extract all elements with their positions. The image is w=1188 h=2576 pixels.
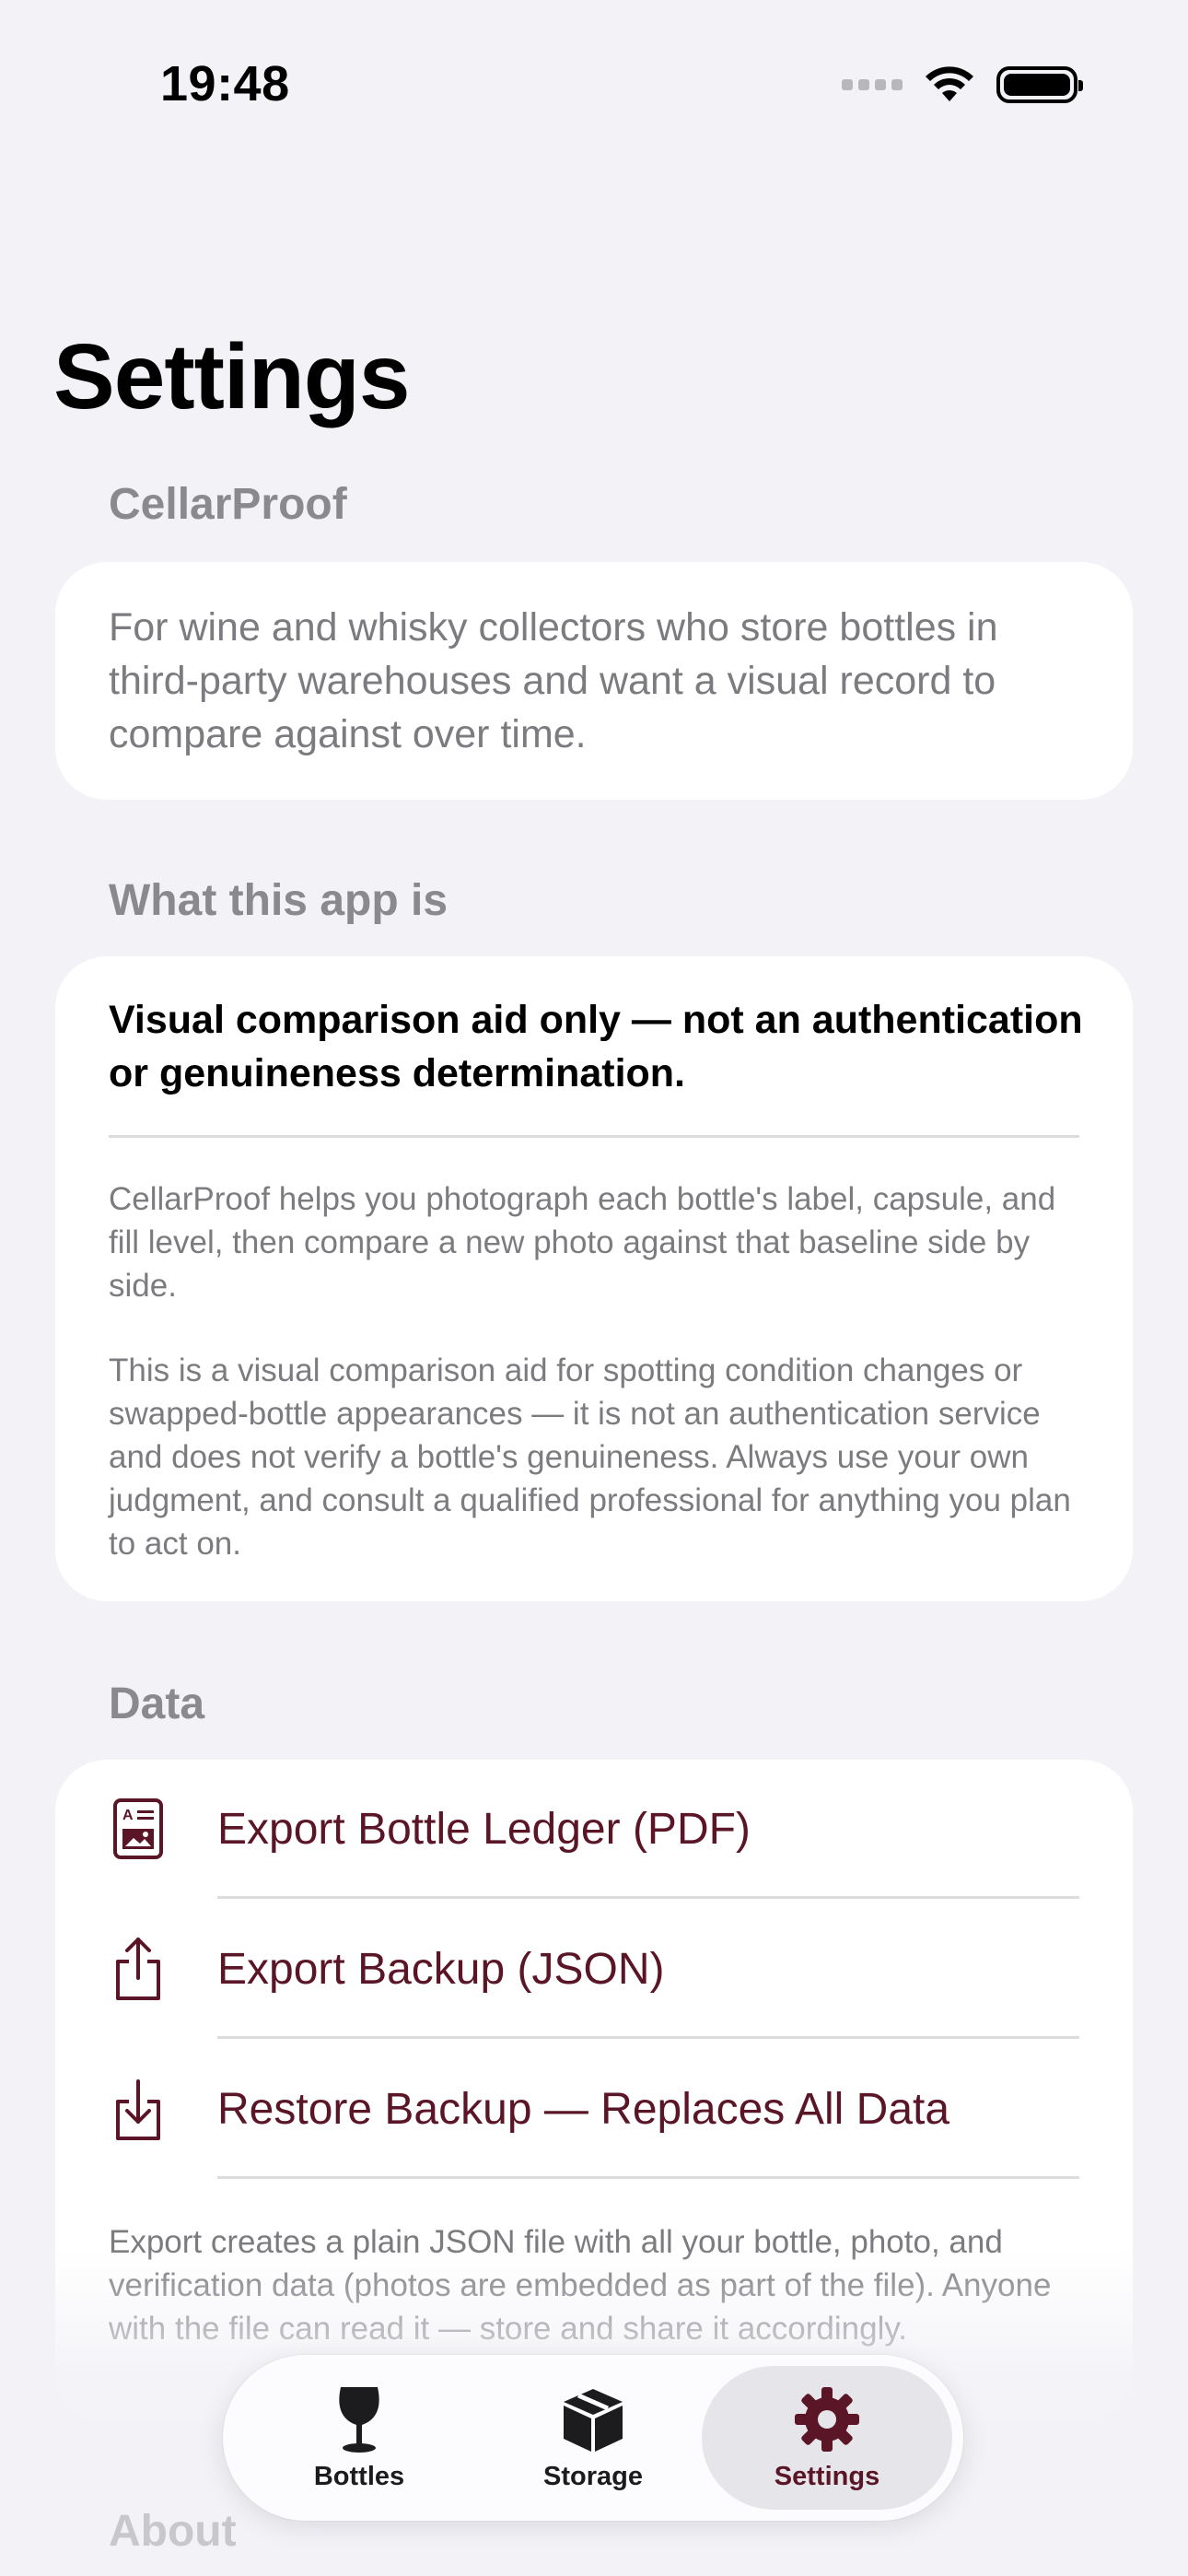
tab-settings[interactable]: Settings xyxy=(702,2366,952,2510)
about-headline: Visual comparison aid only — not an auth… xyxy=(109,998,1083,1095)
intro-card: For wine and whisky collectors who store… xyxy=(55,562,1133,800)
section-header-about: About xyxy=(109,2507,237,2556)
intro-text: For wine and whisky collectors who store… xyxy=(109,605,998,756)
export-ledger-pdf-row[interactable]: A Export Bottle Ledger (PDF) xyxy=(55,1760,1133,1898)
wine-glass-icon xyxy=(322,2384,396,2454)
section-header-cellarproof: CellarProof xyxy=(109,480,347,529)
tab-storage-label: Storage xyxy=(543,2461,643,2491)
export-backup-json-label: Export Backup (JSON) xyxy=(217,1944,665,1994)
export-backup-json-row[interactable]: Export Backup (JSON) xyxy=(55,1900,1133,2038)
about-paragraph-1: CellarProof helps you photograph each bo… xyxy=(109,1181,1056,1304)
share-upload-icon xyxy=(109,1935,168,2003)
restore-backup-row[interactable]: Restore Backup — Replaces All Data xyxy=(55,2040,1133,2178)
tab-storage[interactable]: Storage xyxy=(468,2366,718,2510)
about-divider xyxy=(109,1135,1079,1138)
about-card: Visual comparison aid only — not an auth… xyxy=(55,956,1133,1601)
status-bar: 19:48 xyxy=(0,0,1188,175)
tab-bar: Bottles Storage Settings xyxy=(223,2355,963,2521)
about-paragraph-2: This is a visual comparison aid for spot… xyxy=(109,1352,1071,1562)
row-divider xyxy=(217,2036,1079,2039)
document-image-icon: A xyxy=(109,1795,168,1863)
tab-bottles[interactable]: Bottles xyxy=(234,2366,484,2510)
wifi-icon xyxy=(926,66,973,101)
section-header-data: Data xyxy=(109,1680,205,1728)
status-time: 19:48 xyxy=(160,56,290,111)
row-divider xyxy=(217,1896,1079,1899)
battery-icon xyxy=(996,66,1083,103)
svg-text:A: A xyxy=(122,1808,134,1823)
tab-bottles-label: Bottles xyxy=(313,2461,405,2491)
page-title: Settings xyxy=(53,325,410,428)
box-icon xyxy=(556,2384,630,2454)
tab-settings-label: Settings xyxy=(774,2461,880,2491)
gear-icon xyxy=(790,2384,864,2454)
download-tray-icon xyxy=(109,2075,168,2143)
status-icons xyxy=(842,64,1083,105)
section-header-what-this-app-is: What this app is xyxy=(109,876,448,925)
restore-backup-label: Restore Backup — Replaces All Data xyxy=(217,2084,950,2134)
cellular-signal-icon xyxy=(842,79,903,90)
row-divider xyxy=(217,2176,1079,2179)
export-ledger-pdf-label: Export Bottle Ledger (PDF) xyxy=(217,1804,751,1854)
data-footnote: Export creates a plain JSON file with al… xyxy=(109,2224,1052,2347)
data-card: A Export Bottle Ledger (PDF) Export Back… xyxy=(55,1760,1133,2423)
